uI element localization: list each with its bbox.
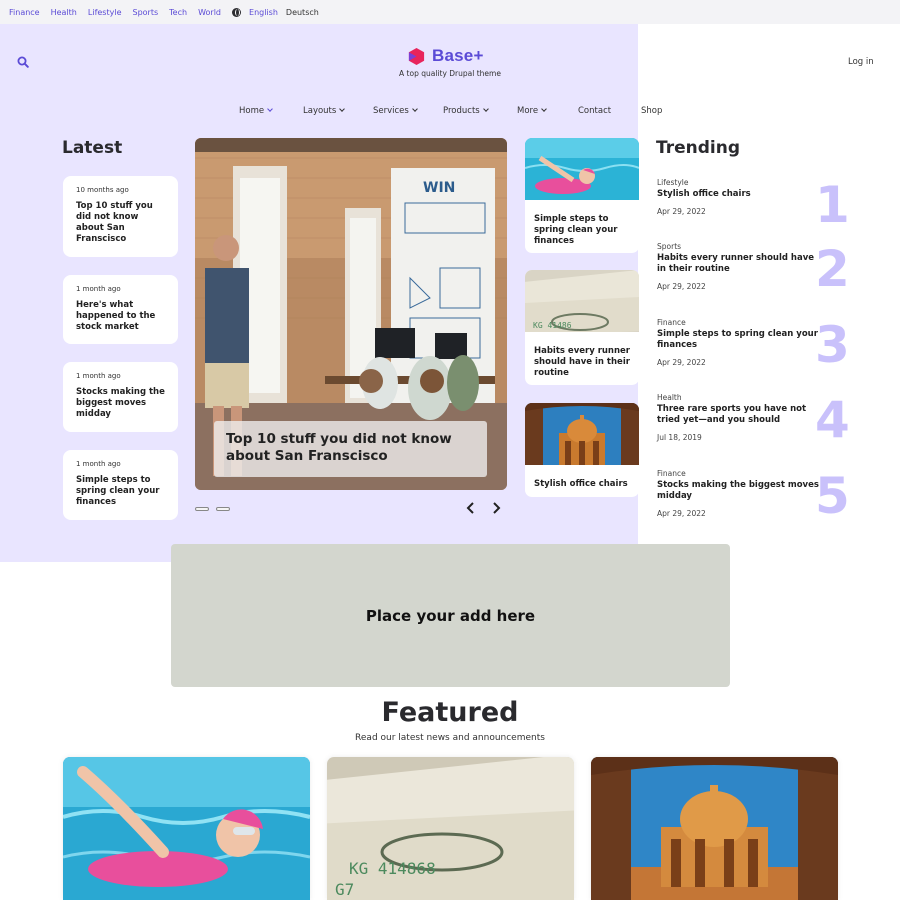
language-deutsch[interactable]: Deutsch bbox=[286, 8, 319, 17]
nav-item-label: Products bbox=[443, 106, 480, 116]
indian-architecture-image bbox=[591, 757, 838, 900]
latest-heading: Latest bbox=[62, 138, 123, 158]
topbar-link-tech[interactable]: Tech bbox=[169, 8, 187, 17]
ad-text: Place your add here bbox=[365, 606, 536, 625]
nav-item-label: Layouts bbox=[303, 106, 337, 116]
hero-caption[interactable]: Top 10 stuff you did not know about San … bbox=[214, 421, 487, 477]
mini-card-title[interactable]: Simple steps to spring clean your financ… bbox=[525, 204, 639, 247]
dollar-bills-image: KG 414868 G7 bbox=[327, 757, 574, 900]
latest-card[interactable]: 1 month ago Here's what happened to the … bbox=[63, 275, 178, 344]
svg-text:KG 414868: KG 414868 bbox=[349, 859, 436, 878]
topbar-link-health[interactable]: Health bbox=[51, 8, 77, 17]
chevron-down-icon bbox=[482, 106, 489, 112]
nav-item-contact[interactable]: Contact bbox=[578, 106, 611, 116]
nav-item-label: More bbox=[517, 106, 539, 116]
topbar: Finance Health Lifestyle Sports Tech Wor… bbox=[9, 0, 319, 24]
trending-item[interactable]: Lifestyle Stylish office chairs Apr 29, … bbox=[657, 178, 857, 230]
latest-card-title[interactable]: Here's what happened to the stock market bbox=[76, 300, 166, 333]
topbar-link-finance[interactable]: Finance bbox=[9, 8, 40, 17]
trending-item[interactable]: Finance Stocks making the biggest moves … bbox=[657, 467, 857, 525]
swimmer-image bbox=[525, 138, 639, 200]
nav-item-products[interactable]: Products bbox=[443, 106, 489, 116]
main-navigation: Home Layouts Services Products More Cont… bbox=[0, 106, 900, 118]
trending-rank: 1 bbox=[815, 176, 850, 234]
latest-card-time: 1 month ago bbox=[76, 460, 121, 468]
login-link[interactable]: Log in bbox=[848, 57, 874, 67]
trending-title[interactable]: Three rare sports you have not tried yet… bbox=[657, 404, 822, 426]
trending-rank: 4 bbox=[815, 391, 850, 449]
latest-card-title[interactable]: Stocks making the biggest moves midday bbox=[76, 387, 166, 420]
topbar-link-lifestyle[interactable]: Lifestyle bbox=[88, 8, 122, 17]
dollar-bills-image: KG 41486 bbox=[525, 270, 639, 338]
trending-item[interactable]: Health Three rare sports you have not tr… bbox=[657, 391, 857, 449]
trending-item[interactable]: Sports Habits every runner should have i… bbox=[657, 240, 857, 298]
mini-card[interactable]: KG 41486 Habits every runner should have… bbox=[525, 270, 639, 385]
svg-text:WIN: WIN bbox=[423, 180, 455, 196]
nav-item-layouts[interactable]: Layouts bbox=[303, 106, 346, 116]
nav-item-label: Home bbox=[239, 106, 265, 116]
search-icon[interactable] bbox=[17, 56, 29, 68]
site-tagline: A top quality Drupal theme bbox=[399, 69, 501, 78]
slider-dot[interactable] bbox=[195, 507, 209, 511]
chevron-down-icon bbox=[267, 106, 273, 112]
chevron-down-icon bbox=[412, 106, 418, 112]
featured-card[interactable]: KG 414868 G7 bbox=[327, 757, 574, 900]
swimmer-image bbox=[63, 757, 310, 900]
trending-heading: Trending bbox=[656, 138, 741, 158]
ad-placeholder: Place your add here bbox=[171, 544, 730, 687]
chevron-down-icon bbox=[339, 106, 346, 112]
trending-title[interactable]: Simple steps to spring clean your financ… bbox=[657, 329, 822, 351]
nav-item-home[interactable]: Home bbox=[239, 106, 273, 116]
featured-card[interactable] bbox=[63, 757, 310, 900]
latest-card[interactable]: 1 month ago Stocks making the biggest mo… bbox=[63, 362, 178, 432]
indian-architecture-image bbox=[525, 403, 639, 465]
slider-dot[interactable] bbox=[216, 507, 230, 511]
site-logo[interactable]: Base+ bbox=[407, 46, 484, 66]
chevron-right-icon[interactable] bbox=[491, 502, 501, 514]
featured-heading: Featured bbox=[381, 697, 519, 728]
trending-title[interactable]: Stocks making the biggest moves midday bbox=[657, 480, 822, 502]
featured-card[interactable] bbox=[591, 757, 838, 900]
mini-card[interactable]: Simple steps to spring clean your financ… bbox=[525, 138, 639, 253]
latest-card-title[interactable]: Top 10 stuff you did not know about San … bbox=[76, 201, 166, 245]
latest-card[interactable]: 10 months ago Top 10 stuff you did not k… bbox=[63, 176, 178, 257]
nav-item-shop[interactable]: Shop bbox=[641, 106, 662, 116]
latest-card-time: 1 month ago bbox=[76, 372, 121, 380]
trending-title[interactable]: Habits every runner should have in their… bbox=[657, 253, 822, 275]
nav-item-label: Services bbox=[373, 106, 409, 116]
nav-item-services[interactable]: Services bbox=[373, 106, 418, 116]
logo-text: Base+ bbox=[432, 46, 484, 65]
trending-rank: 2 bbox=[815, 240, 850, 298]
latest-card[interactable]: 1 month ago Simple steps to spring clean… bbox=[63, 450, 178, 520]
latest-card-time: 10 months ago bbox=[76, 186, 129, 194]
trending-title[interactable]: Stylish office chairs bbox=[657, 189, 822, 200]
globe-icon bbox=[232, 7, 242, 17]
hexagon-logo-icon bbox=[408, 47, 425, 65]
topbar-link-sports[interactable]: Sports bbox=[133, 8, 159, 17]
mini-card-title[interactable]: Stylish office chairs bbox=[525, 469, 639, 490]
trending-rank: 3 bbox=[815, 316, 850, 374]
trending-rank: 5 bbox=[815, 467, 850, 525]
latest-card-title[interactable]: Simple steps to spring clean your financ… bbox=[76, 475, 166, 508]
nav-item-more[interactable]: More bbox=[517, 106, 547, 116]
trending-item[interactable]: Finance Simple steps to spring clean you… bbox=[657, 316, 857, 374]
mini-card[interactable]: Stylish office chairs bbox=[525, 403, 639, 497]
topbar-link-world[interactable]: World bbox=[198, 8, 221, 17]
featured-subheading: Read our latest news and announcements bbox=[355, 733, 545, 743]
chevron-left-icon[interactable] bbox=[466, 502, 476, 514]
language-switcher: English Deutsch bbox=[232, 7, 319, 17]
hero-slider[interactable]: WIN Top 10 stuff you did not know about … bbox=[195, 138, 507, 490]
chevron-down-icon bbox=[541, 106, 547, 112]
language-english[interactable]: English bbox=[249, 8, 278, 17]
svg-text:KG 41486: KG 41486 bbox=[533, 321, 572, 330]
svg-text:G7: G7 bbox=[335, 880, 354, 899]
mini-card-title[interactable]: Habits every runner should have in their… bbox=[525, 336, 639, 379]
slider-pagination bbox=[195, 507, 237, 511]
latest-card-time: 1 month ago bbox=[76, 285, 121, 293]
